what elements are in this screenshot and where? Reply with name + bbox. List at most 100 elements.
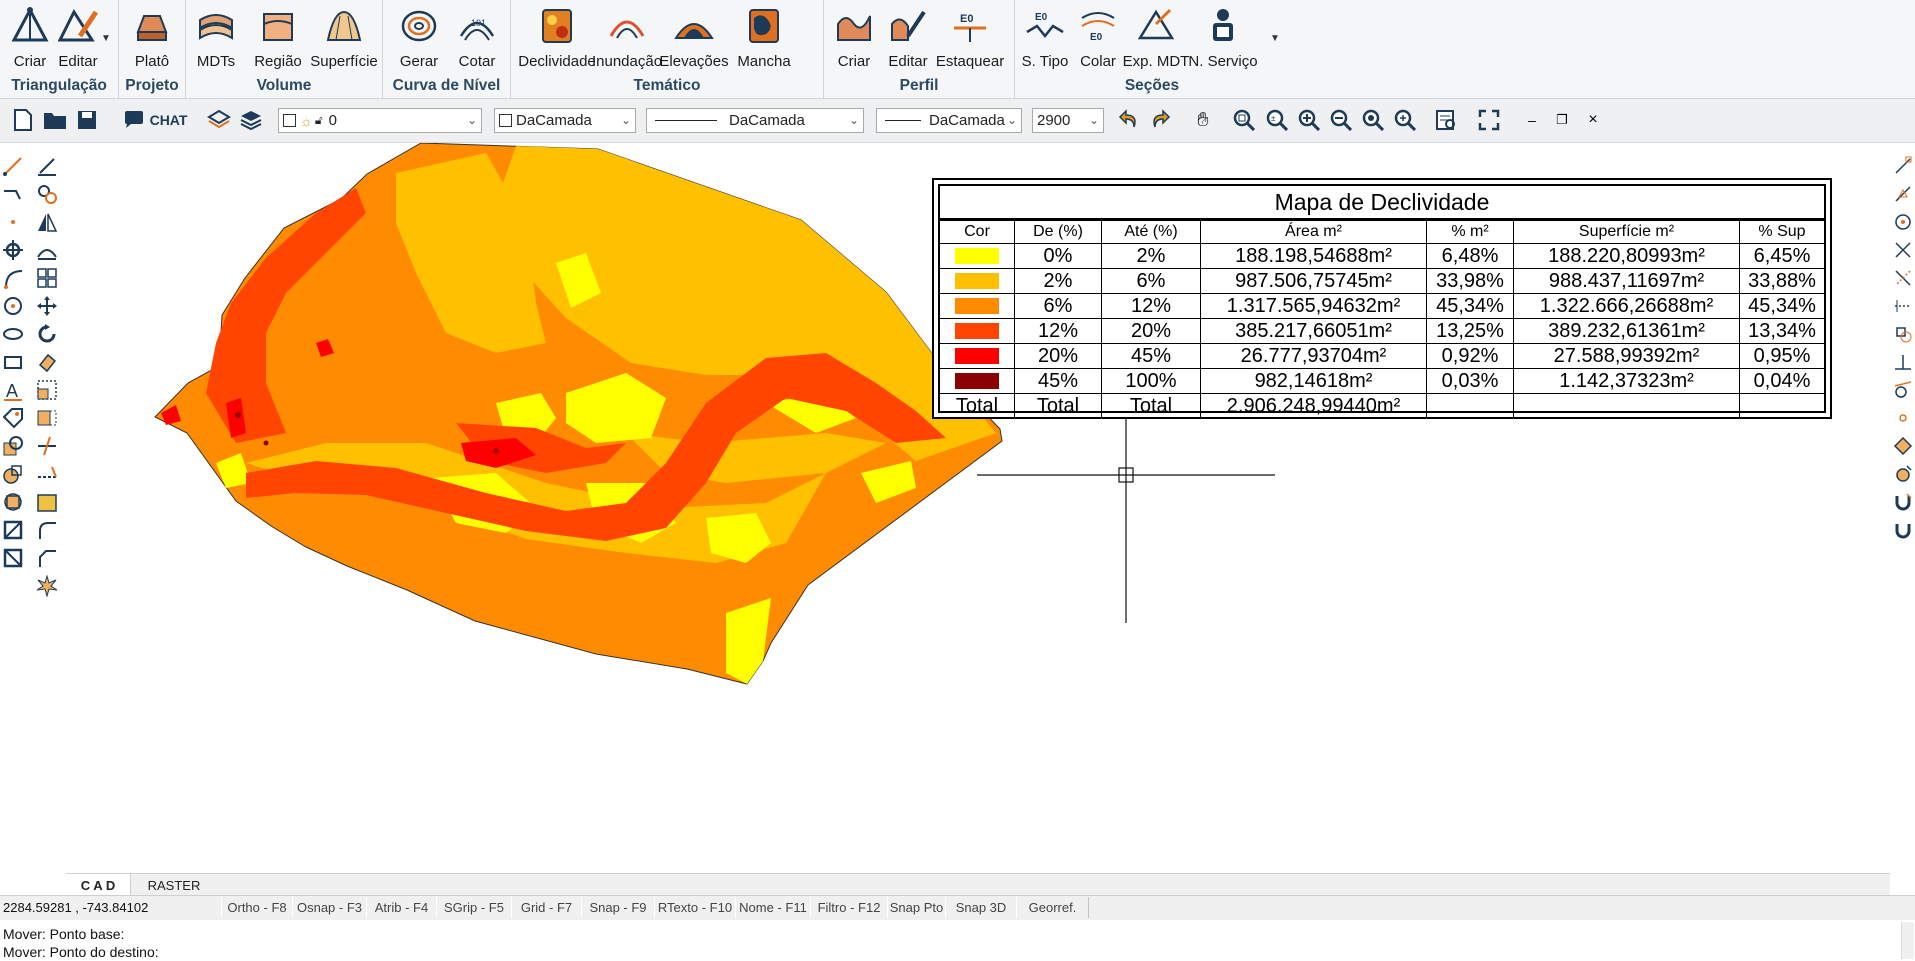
snap-nearest-tool[interactable] xyxy=(1890,461,1915,487)
properties-button[interactable] xyxy=(1433,106,1459,134)
drawing-canvas[interactable]: Mapa de Declividade Cor De (%) Até (%) Á… xyxy=(66,143,1890,872)
rtext-toggle[interactable]: RTexto - F10 xyxy=(654,897,736,918)
paste-section-button[interactable]: E0 Colar xyxy=(1068,4,1128,70)
contour-generate-button[interactable]: Gerar xyxy=(389,4,449,70)
circle-tool[interactable] xyxy=(0,293,26,319)
command-line[interactable]: Mover: Ponto base: Mover: Ponto do desti… xyxy=(0,920,1915,961)
minimize-button[interactable]: – xyxy=(1520,106,1544,134)
zoom-in-button[interactable] xyxy=(1296,106,1322,134)
region-button[interactable]: Região xyxy=(248,4,308,70)
hatch-tool[interactable] xyxy=(0,433,26,459)
elevation-button[interactable]: Elevações xyxy=(659,4,729,70)
chamfer-tool[interactable] xyxy=(34,545,60,571)
array-tool[interactable] xyxy=(34,265,60,291)
snap-extension-tool[interactable] xyxy=(1890,293,1915,319)
new-file-button[interactable] xyxy=(10,106,36,134)
triangulation-edit-button[interactable]: Editar xyxy=(48,4,108,70)
zoom-previous-button[interactable] xyxy=(1392,106,1418,134)
point-tool[interactable] xyxy=(0,209,26,235)
undo-button[interactable] xyxy=(1116,106,1142,134)
mdt-button[interactable]: MDTs xyxy=(186,4,246,70)
snap-endpoint-tool[interactable] xyxy=(1890,153,1915,179)
slope-button[interactable]: Declividade xyxy=(518,4,596,70)
scrollbar[interactable] xyxy=(1901,922,1914,959)
rectangle-tool[interactable] xyxy=(0,349,26,375)
profile-create-button[interactable]: Criar xyxy=(824,4,884,70)
scale-tool[interactable] xyxy=(34,377,60,403)
open-file-button[interactable] xyxy=(41,106,69,134)
zoom-window-button[interactable] xyxy=(1231,106,1257,134)
plateau-button[interactable]: Platô xyxy=(122,4,182,70)
tab-raster[interactable]: RASTER xyxy=(134,874,214,896)
export-mdt-button[interactable]: Exp. MDT xyxy=(1123,4,1189,70)
snap-3d-toggle[interactable]: Snap 3D xyxy=(945,897,1017,918)
layer-manager-button[interactable] xyxy=(238,106,264,134)
snap-point-toggle[interactable]: Snap Pto xyxy=(887,897,946,918)
explode-tool[interactable] xyxy=(34,573,60,599)
contour-label-button[interactable]: 101 Cotar xyxy=(447,4,507,71)
georef-toggle[interactable]: Georref. xyxy=(1016,897,1089,918)
fillet-tool[interactable] xyxy=(34,517,60,543)
snap-node-tool[interactable] xyxy=(1890,405,1915,431)
snap-center-tool[interactable] xyxy=(1890,209,1915,235)
name-toggle[interactable]: Nome - F11 xyxy=(735,897,811,918)
stain-button[interactable]: Mancha xyxy=(734,4,794,70)
dimension-tool[interactable] xyxy=(34,153,60,179)
polyline-tool[interactable] xyxy=(0,181,26,207)
mirror-tool[interactable] xyxy=(34,209,60,235)
flood-button[interactable]: Inundação xyxy=(592,4,662,70)
grid-toggle[interactable]: Grid - F7 xyxy=(511,897,582,918)
text-tool[interactable]: A xyxy=(0,377,26,403)
chevron-down-icon[interactable]: ▼ xyxy=(101,33,111,44)
ortho-toggle[interactable]: Ortho - F8 xyxy=(221,897,293,918)
boundary-tool[interactable] xyxy=(0,545,26,571)
layers-button[interactable] xyxy=(206,106,232,134)
attrib-toggle[interactable]: Atrib - F4 xyxy=(366,897,437,918)
lineweight-select[interactable]: DaCamada ⌄ xyxy=(876,108,1022,133)
region-tool[interactable] xyxy=(0,461,26,487)
snap-off-tool[interactable] xyxy=(1890,517,1915,543)
line-tool[interactable] xyxy=(0,153,26,179)
chevron-down-icon[interactable]: ▼ xyxy=(1270,33,1280,44)
service-note-button[interactable]: N. Serviço xyxy=(1188,4,1258,70)
block-tool[interactable] xyxy=(0,489,26,515)
node-tool[interactable] xyxy=(34,181,60,207)
arc-tool[interactable] xyxy=(0,265,26,291)
tag-tool[interactable] xyxy=(0,405,26,431)
section-type-button[interactable]: E0 S. Tipo xyxy=(1015,4,1075,71)
color-select[interactable]: DaCamada ⌄ xyxy=(494,108,636,133)
redo-button[interactable] xyxy=(1147,106,1173,134)
stretch-tool[interactable] xyxy=(34,405,60,431)
surface-button[interactable]: Superfície xyxy=(310,4,378,70)
save-button[interactable] xyxy=(74,106,100,134)
filter-toggle[interactable]: Filtro - F12 xyxy=(810,897,888,918)
restore-button[interactable]: ❐ xyxy=(1550,106,1574,134)
sgrip-toggle[interactable]: SGrip - F5 xyxy=(436,897,512,918)
extend-tool[interactable] xyxy=(34,461,60,487)
snap-intersection-tool[interactable] xyxy=(1890,237,1915,263)
snap-insertion-tool[interactable] xyxy=(1890,321,1915,347)
fullscreen-button[interactable] xyxy=(1476,106,1502,134)
snap-apparent-tool[interactable] xyxy=(1890,265,1915,291)
tab-cad[interactable]: C A D xyxy=(66,874,131,896)
offset-tool[interactable] xyxy=(34,237,60,263)
snap-midpoint-tool[interactable] xyxy=(1890,181,1915,207)
snap-magnet-tool[interactable] xyxy=(1890,489,1915,515)
chat-button[interactable]: CHAT xyxy=(120,106,190,134)
snap-perpendicular-tool[interactable] xyxy=(1890,349,1915,375)
erase-tool[interactable] xyxy=(34,349,60,375)
pan-button[interactable]: ✋︎ xyxy=(1190,106,1216,134)
snap-toggle[interactable]: Snap - F9 xyxy=(581,897,655,918)
slope-legend-table[interactable]: Mapa de Declividade Cor De (%) Até (%) Á… xyxy=(932,178,1832,419)
move-tool[interactable] xyxy=(34,293,60,319)
layer-select[interactable]: ☼ 🔓︎ 0 ⌄ xyxy=(278,108,482,133)
snap-tangent-tool[interactable] xyxy=(1890,377,1915,403)
scale-select[interactable]: 2900 ⌄ xyxy=(1032,108,1104,133)
ellipse-tool[interactable] xyxy=(0,321,26,347)
center-tool[interactable] xyxy=(0,237,26,263)
snap-quadrant-tool[interactable] xyxy=(1890,433,1915,459)
osnap-toggle[interactable]: Osnap - F3 xyxy=(292,897,367,918)
zoom-realtime-button[interactable]: ± xyxy=(1264,106,1290,134)
trim-tool[interactable] xyxy=(34,433,60,459)
zoom-out-button[interactable] xyxy=(1328,106,1354,134)
